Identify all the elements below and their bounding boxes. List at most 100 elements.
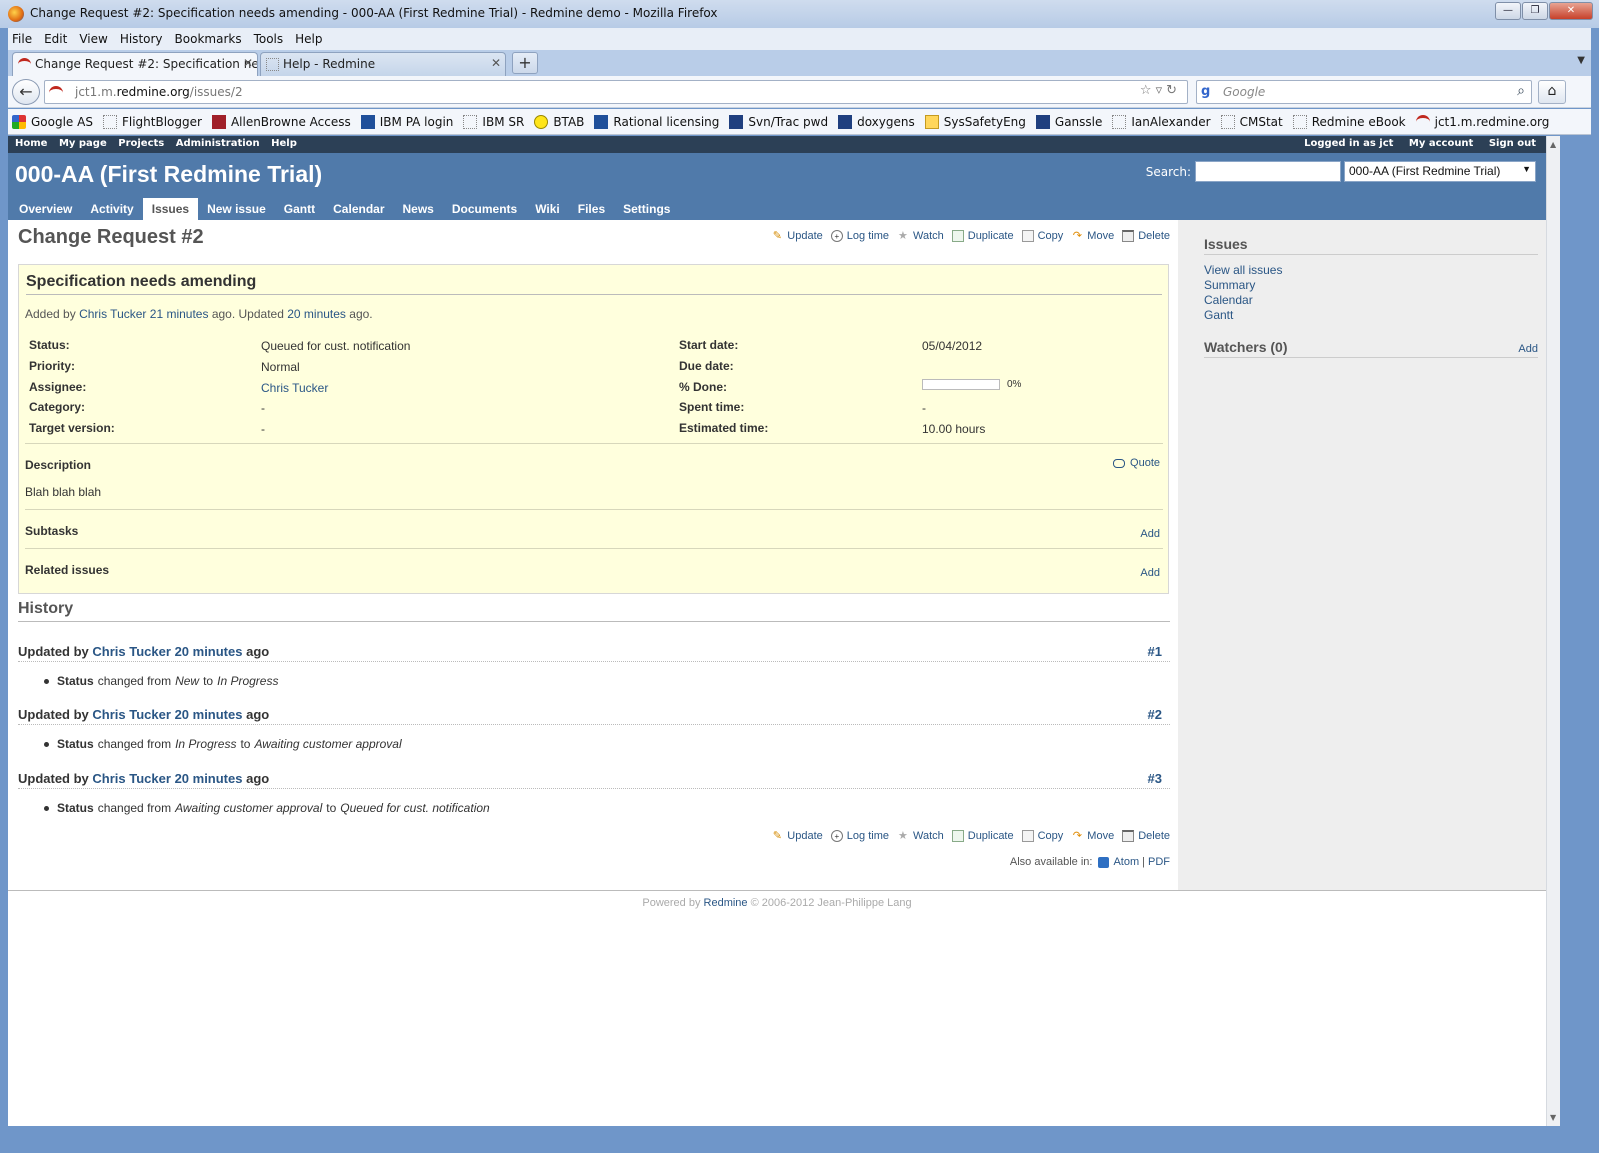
close-tab-icon[interactable]: ✕ [491,56,501,70]
bookmark-ibm-pa[interactable]: IBM PA login [360,114,453,129]
top-menu-projects[interactable]: Projects [118,138,164,149]
menu-history[interactable]: History [120,32,163,46]
vertical-scrollbar[interactable]: ▲ ▼ [1546,136,1560,1126]
close-tab-icon[interactable]: ✕ [243,56,253,70]
bookmark-redmine-ebook[interactable]: Redmine eBook [1292,114,1406,129]
duplicate-link[interactable]: Duplicate [951,830,1014,842]
url-text[interactable]: jct1.m.redmine.org/issues/2 [75,85,243,99]
move-link[interactable]: ↷ Move [1071,230,1115,242]
journal-ago-link[interactable]: 20 minutes [175,707,243,722]
journal-number-link[interactable]: #3 [1148,771,1162,786]
bookmark-ibm-sr[interactable]: IBM SR [463,114,524,129]
delete-link[interactable]: Delete [1122,230,1170,242]
tab-gantt[interactable]: Gantt [275,198,324,220]
top-menu-sign-out[interactable]: Sign out [1489,138,1536,149]
close-window-button[interactable]: ✕ [1549,2,1593,20]
tab-files[interactable]: Files [569,198,614,220]
bookmark-btab[interactable]: BTAB [534,114,584,129]
menu-help[interactable]: Help [295,32,322,46]
menu-tools[interactable]: Tools [254,32,284,46]
bookmark-ianalexander[interactable]: IanAlexander [1112,114,1211,129]
url-bar[interactable]: jct1.m.redmine.org/issues/2 ☆▿↻ [44,80,1188,104]
tab-issues[interactable]: Issues [142,198,199,220]
bookmark-doxygens[interactable]: doxygens [838,114,915,129]
duplicate-link[interactable]: Duplicate [951,230,1014,242]
new-tab-button[interactable]: + [512,52,538,74]
sidebar-calendar[interactable]: Calendar [1204,293,1538,308]
journal-ago-link[interactable]: 20 minutes [175,771,243,786]
sidebar-summary[interactable]: Summary [1204,278,1538,293]
journal-user-link[interactable]: Chris Tucker [92,707,171,722]
bookmark-svn-trac[interactable]: Svn/Trac pwd [729,114,828,129]
move-link[interactable]: ↷ Move [1071,830,1115,842]
home-button[interactable]: ⌂ [1538,80,1566,104]
tab-new-issue[interactable]: New issue [198,198,275,220]
back-button[interactable]: ← [12,79,40,105]
add-subtask-link[interactable]: Add [1140,528,1160,540]
search-input[interactable] [1195,161,1341,182]
search-icon[interactable]: ⌕ [1517,83,1525,99]
bookmark-rational[interactable]: Rational licensing [594,114,719,129]
menu-file[interactable]: File [12,32,32,46]
copy-link[interactable]: Copy [1021,230,1063,242]
sidebar-view-all-issues[interactable]: View all issues [1204,263,1538,278]
bookmark-syssafety[interactable]: SysSafetyEng [924,114,1026,129]
menu-bookmarks[interactable]: Bookmarks [175,32,242,46]
journal-ago-link[interactable]: 20 minutes [175,644,243,659]
watch-link[interactable]: ★ Watch [897,830,944,842]
added-ago-link[interactable]: 21 minutes [150,307,209,321]
update-link[interactable]: ✎ Update [771,830,823,842]
delete-link[interactable]: Delete [1122,830,1170,842]
bookmark-jct1[interactable]: jct1.m.redmine.org [1415,114,1549,129]
add-related-link[interactable]: Add [1140,567,1160,579]
top-menu-my-account[interactable]: My account [1409,138,1473,149]
journal-number-link[interactable]: #1 [1148,644,1162,659]
menu-view[interactable]: View [79,32,107,46]
browser-tab-issue[interactable]: Change Request #2: Specification nee... … [12,52,258,76]
menu-edit[interactable]: Edit [44,32,67,46]
journal-user-link[interactable]: Chris Tucker [92,771,171,786]
tab-documents[interactable]: Documents [443,198,526,220]
author-link[interactable]: Chris Tucker [79,307,146,321]
bookmark-star-icon[interactable]: ☆▿↻ [1140,83,1181,98]
redmine-link[interactable]: Redmine [704,897,748,909]
tab-news[interactable]: News [394,198,443,220]
project-jump-select[interactable]: 000-AA (First Redmine Trial) ▼ [1344,161,1536,182]
issue-actions-top: ✎ Update + Log time ★ Watch Duplicate Copy … [763,230,1170,242]
log-time-link[interactable]: + Log time [830,830,889,842]
bookmark-cmstat[interactable]: CMStat [1220,114,1283,129]
watch-link[interactable]: ★ Watch [897,230,944,242]
top-menu-administration[interactable]: Administration [176,138,260,149]
minimize-button[interactable]: — [1495,2,1521,20]
scroll-down-arrow-icon[interactable]: ▼ [1550,1113,1556,1122]
scroll-up-arrow-icon[interactable]: ▲ [1550,140,1556,149]
tab-activity[interactable]: Activity [81,198,142,220]
bookmark-flightblogger[interactable]: FlightBlogger [102,114,202,129]
journal-user-link[interactable]: Chris Tucker [92,644,171,659]
assignee-link[interactable]: Chris Tucker [261,381,328,395]
top-menu-help[interactable]: Help [271,138,297,149]
browser-tab-help[interactable]: Help - Redmine ✕ [260,52,506,76]
top-menu-my-page[interactable]: My page [59,138,107,149]
sidebar-gantt[interactable]: Gantt [1204,308,1538,323]
pdf-link[interactable]: PDF [1148,856,1170,868]
tab-calendar[interactable]: Calendar [324,198,393,220]
add-watcher-link[interactable]: Add [1518,343,1538,355]
tab-wiki[interactable]: Wiki [526,198,569,220]
tab-overview[interactable]: Overview [10,198,81,220]
update-link[interactable]: ✎ Update [771,230,823,242]
google-search-box[interactable]: g Google ⌕ [1196,80,1532,104]
log-time-link[interactable]: + Log time [830,230,889,242]
top-menu-home[interactable]: Home [15,138,47,149]
copy-link[interactable]: Copy [1021,830,1063,842]
maximize-button[interactable]: ❐ [1522,2,1548,20]
quote-link[interactable]: Quote [1113,457,1160,469]
bookmark-allenbrowne[interactable]: AllenBrowne Access [211,114,351,129]
atom-link[interactable]: Atom [1113,856,1139,868]
tab-settings[interactable]: Settings [614,198,679,220]
journal-number-link[interactable]: #2 [1148,707,1162,722]
bookmark-ganssle[interactable]: Ganssle [1035,114,1102,129]
bookmark-google-as[interactable]: Google AS [12,114,93,129]
updated-ago-link[interactable]: 20 minutes [287,307,346,321]
tab-list-arrow-icon[interactable]: ▼ [1577,55,1585,66]
